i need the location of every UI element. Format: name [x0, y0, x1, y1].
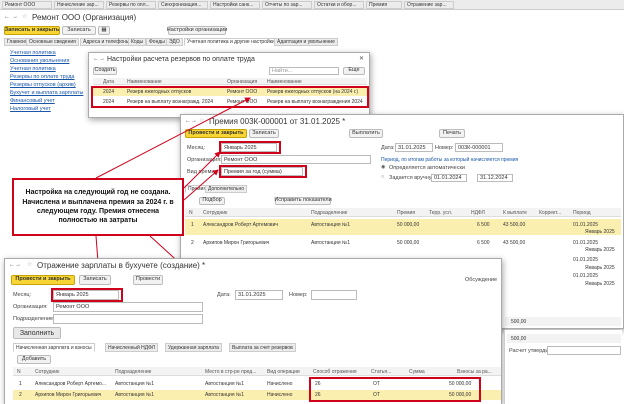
arrow-to-reserves: [95, 97, 251, 179]
posting-hdr: Статья...: [371, 369, 392, 375]
posting-date-field[interactable]: 31.01.2025: [235, 290, 283, 300]
highlight-posting-month: [51, 288, 123, 302]
arrow-to-bonus-month: [183, 151, 221, 189]
posting-nav-icon: ←→: [9, 262, 21, 268]
posting-post-button[interactable]: Провести: [133, 275, 163, 285]
posting-date-label: Дата:: [217, 292, 231, 298]
posting-star-icon[interactable]: ☆: [27, 262, 32, 268]
posting-number-label: Номер:: [289, 292, 308, 298]
posting-hdr: Место в стр-ре пред...: [205, 369, 257, 375]
posting-tab-withheld[interactable]: Удержанная зарплата: [165, 343, 222, 352]
posting-fill-button[interactable]: Заполнить: [13, 327, 61, 339]
posting-number-field[interactable]: [311, 290, 357, 300]
bonus-side-panel: 500,00 Расчет утвердил:: [504, 330, 622, 404]
posting-post-close-button[interactable]: Провести и закрыть: [11, 275, 75, 285]
posting-org-label: Организация:: [13, 304, 48, 310]
posting-save-button[interactable]: Записать: [79, 275, 111, 285]
posting-window: ←→ ☆ Отражение зарплаты в бухучете (созд…: [4, 258, 502, 404]
posting-title: Отражение зарплаты в бухучете (создание)…: [37, 261, 206, 270]
posting-hdr: Взносы за ра...: [457, 369, 492, 375]
posting-hdr: Способ отражения: [313, 369, 357, 375]
posting-cell: 2: [19, 392, 22, 398]
posting-cell: Начислено: [267, 381, 293, 387]
side-total: 500,00: [511, 336, 527, 342]
posting-table-header: [13, 367, 501, 376]
posting-hdr: Сумма: [409, 369, 425, 375]
posting-dept-label: Подразделение:: [13, 316, 55, 322]
posting-tab-ndfl[interactable]: Начисленный НДФЛ: [105, 343, 158, 352]
posting-tab-reserves[interactable]: Выплата за счет резервов: [229, 343, 296, 352]
posting-hdr: Вид операции: [267, 369, 300, 375]
arrow-to-bonus-kind: [183, 169, 219, 201]
posting-discuss[interactable]: Обсуждение: [465, 277, 497, 283]
posting-org-field[interactable]: Ремонт ООО: [53, 302, 203, 312]
posting-add-button[interactable]: Добавить: [17, 355, 51, 364]
posting-hdr: N: [17, 369, 21, 375]
posting-cell: Автостанция №1: [115, 381, 155, 387]
posting-cell: 1: [19, 381, 22, 387]
posting-hdr: Подразделение: [115, 369, 152, 375]
approver-field[interactable]: [547, 346, 621, 355]
posting-cell: Автостанция №1: [115, 392, 155, 398]
posting-cell: Начислено: [267, 392, 293, 398]
highlight-posting-rows: [309, 377, 481, 402]
posting-hdr: Сотрудник: [35, 369, 60, 375]
posting-cell: Александров Роберт Артемо...: [35, 381, 107, 387]
posting-tab-salary[interactable]: Начисленная зарплата и взносы: [13, 343, 95, 352]
posting-month-label: Месяц:: [13, 292, 32, 298]
posting-cell: Архипов Мирон Григорьевич: [35, 392, 102, 398]
posting-cell: Автостанция №1: [205, 392, 245, 398]
posting-cell: Автостанция №1: [205, 381, 245, 387]
posting-dept-field[interactable]: [53, 314, 203, 324]
